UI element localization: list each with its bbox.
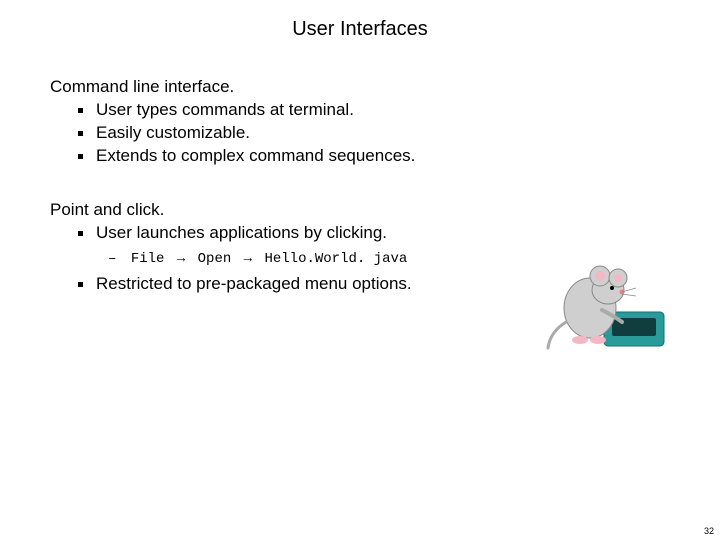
pac-heading: Point and click. xyxy=(50,200,670,220)
example-part: File xyxy=(131,251,165,267)
cli-heading: Command line interface. xyxy=(50,77,670,97)
example-part: Open xyxy=(198,251,232,267)
dash-icon: – xyxy=(108,251,116,267)
list-item: Easily customizable. xyxy=(74,122,670,145)
mouse-computer-icon xyxy=(542,250,672,355)
list-item: User launches applications by clicking. xyxy=(74,222,670,245)
cli-list: User types commands at terminal. Easily … xyxy=(50,99,670,168)
arrow-icon: → xyxy=(177,251,185,267)
page-number: 32 xyxy=(704,526,714,536)
clip-art-image xyxy=(542,250,672,355)
arrow-icon: → xyxy=(244,251,252,267)
example-part: Hello.World. java xyxy=(264,251,407,267)
section-cli: Command line interface. User types comma… xyxy=(50,77,670,168)
list-item: Extends to complex command sequences. xyxy=(74,145,670,168)
list-item: User types commands at terminal. xyxy=(74,99,670,122)
pac-list: User launches applications by clicking. xyxy=(50,222,670,245)
slide-title: User Interfaces xyxy=(50,18,670,41)
